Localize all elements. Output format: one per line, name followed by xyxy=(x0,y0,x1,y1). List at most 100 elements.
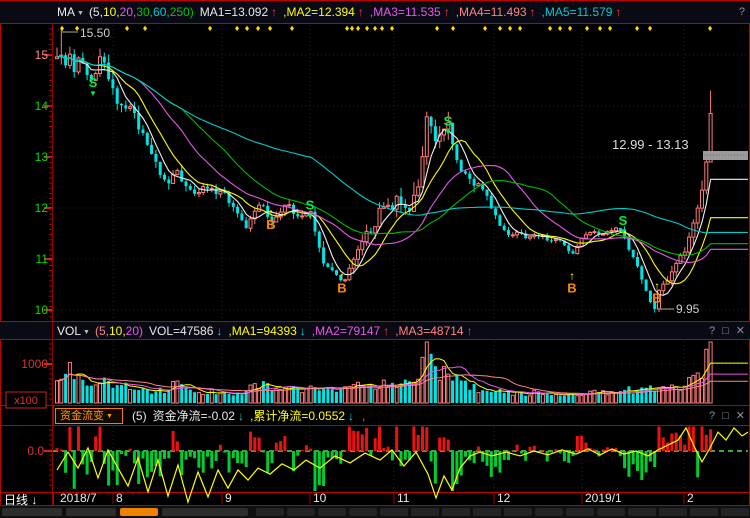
volume-indicator-header: VOL▼ (5,10,20) VOL=47586↓,MA1=94393↓,MA2… xyxy=(0,322,750,339)
maximize-icon[interactable]: □ xyxy=(722,410,729,422)
indicator-param: 20, xyxy=(120,5,137,19)
indicator-value: MA3=11.535 xyxy=(373,5,441,19)
trend-up-arrow-icon: ↑ xyxy=(358,5,364,19)
indicator-value: MA4=11.493 xyxy=(459,5,527,19)
close-icon[interactable]: ✕ xyxy=(736,324,745,337)
trend-up-arrow-icon: ↑ xyxy=(444,5,450,19)
trend-down-arrow-icon: ↓ xyxy=(216,324,222,338)
scrollbar-thumb[interactable] xyxy=(120,508,158,516)
indicator-param: 10, xyxy=(109,324,126,338)
scrollbar-segment[interactable] xyxy=(287,508,315,516)
stock-chart-window: MA▼ (5,10,20,30,60,250) MA1=13.092↑,MA2=… xyxy=(0,0,750,518)
volume-pane[interactable] xyxy=(0,340,750,405)
help-icon[interactable]: ? xyxy=(709,325,715,337)
moneyflow-pane[interactable] xyxy=(0,425,750,492)
moneyflow-indicator-header: 资金流变▼ (5) 资金净流=-0.02↓,累计净流=0.0552↓ , ? □ ✕ xyxy=(0,406,750,425)
flow-header-icons: ? □ ✕ xyxy=(709,406,745,425)
date-label: 2019/1 xyxy=(585,491,622,505)
ma-params: (5,10,20,30,60,250) xyxy=(89,5,194,19)
close-icon[interactable]: ✕ xyxy=(736,409,745,422)
scrollbar-segment[interactable] xyxy=(162,508,248,516)
flow-tail: , xyxy=(362,409,365,423)
indicator-value: VOL=47586 xyxy=(149,324,213,338)
chevron-down-icon: ▼ xyxy=(77,10,84,17)
indicator-param: 250) xyxy=(170,5,194,19)
scrollbar-segment[interactable] xyxy=(690,508,718,516)
maximize-icon[interactable]: □ xyxy=(722,325,729,337)
scrollbar-segment[interactable] xyxy=(380,508,408,516)
horizontal-scrollbar[interactable] xyxy=(0,506,750,518)
vol-header-icons: ? □ ✕ xyxy=(709,322,745,339)
scrollbar-segment[interactable] xyxy=(66,508,116,516)
scrollbar-segment[interactable] xyxy=(2,508,62,516)
indicator-value: MA2=79147 xyxy=(315,324,380,338)
indicator-param: 10, xyxy=(103,5,120,19)
indicator-value: MA5=11.579 xyxy=(545,5,613,19)
pane-divider xyxy=(0,23,750,24)
ma-values: MA1=13.092↑,MA2=12.394↑,MA3=11.535↑,MA4=… xyxy=(200,5,628,19)
indicator-param: 30, xyxy=(136,5,153,19)
trend-up-arrow-icon: ↑ xyxy=(383,324,389,338)
date-label: 8 xyxy=(116,491,123,505)
period-label: 日线 xyxy=(4,493,28,507)
indicator-value: MA1=13.092 xyxy=(200,5,268,19)
trend-up-arrow-icon: ↑ xyxy=(615,5,621,19)
trend-up-arrow-icon: ↑ xyxy=(467,324,473,338)
date-axis-bar: 日线 ↓ 2018/7 8 9 10 11 12 2019/1 2 xyxy=(0,492,750,505)
scrollbar-segment[interactable] xyxy=(659,508,687,516)
date-label: 2018/7 xyxy=(60,491,97,505)
indicator-value: MA3=48714 xyxy=(399,324,464,338)
header-left-gutter xyxy=(0,322,57,339)
scrollbar-segment[interactable] xyxy=(628,508,656,516)
indicator-param: (5, xyxy=(95,324,109,338)
indicator-selector-vol[interactable]: VOL▼ xyxy=(57,324,95,338)
scrollbar-segment[interactable] xyxy=(535,508,563,516)
scrollbar-segment[interactable] xyxy=(411,508,439,516)
period-dropdown-arrow-icon: ↓ xyxy=(31,493,37,507)
scrollbar-segment[interactable] xyxy=(318,508,346,516)
date-label: 9 xyxy=(225,491,232,505)
indicator-value: 资金净流=-0.02 xyxy=(153,407,235,424)
pane-divider xyxy=(0,339,750,340)
trend-up-arrow-icon: ↑ xyxy=(271,5,277,19)
main-header-icons: ? xyxy=(739,1,745,23)
vol-params: (5,10,20) xyxy=(95,324,143,338)
trend-down-arrow-icon: ↓ xyxy=(348,409,354,423)
indicator-value: 累计净流=0.0552 xyxy=(253,407,345,424)
date-label: 12 xyxy=(497,491,510,505)
flow-param: (5) xyxy=(132,409,147,423)
scrollbar-segment[interactable] xyxy=(256,508,284,516)
date-label: 11 xyxy=(397,491,409,505)
scrollbar-segment[interactable] xyxy=(442,508,470,516)
flow-values: 资金净流=-0.02↓,累计净流=0.0552↓ xyxy=(153,407,360,424)
main-chart-pane[interactable] xyxy=(0,24,750,321)
indicator-param: 20) xyxy=(126,324,143,338)
indicator-selector-moneyflow[interactable]: 资金流变▼ xyxy=(55,408,123,424)
chevron-down-icon: ▼ xyxy=(83,329,90,336)
scrollbar-segment[interactable] xyxy=(349,508,377,516)
date-label: 2 xyxy=(687,491,694,505)
chevron-down-icon: ▼ xyxy=(106,413,113,420)
date-label: 10 xyxy=(313,491,326,505)
main-indicator-header: MA▼ (5,10,20,30,60,250) MA1=13.092↑,MA2=… xyxy=(0,1,750,23)
help-icon[interactable]: ? xyxy=(739,6,745,18)
header-left-gutter xyxy=(0,406,55,425)
scrollbar-segment[interactable] xyxy=(504,508,532,516)
indicator-param: (5, xyxy=(89,5,103,19)
trend-down-arrow-icon: ↓ xyxy=(238,409,244,423)
scrollbar-segment[interactable] xyxy=(473,508,501,516)
scrollbar-segment[interactable] xyxy=(721,508,749,516)
trend-down-arrow-icon: ↓ xyxy=(300,324,306,338)
indicator-value: MA2=12.394 xyxy=(286,5,354,19)
trend-up-arrow-icon: ↑ xyxy=(530,5,536,19)
scrollbar-segment[interactable] xyxy=(566,508,594,516)
indicator-selector-ma[interactable]: MA▼ xyxy=(57,5,89,19)
indicator-value: MA1=94393 xyxy=(232,324,297,338)
header-left-gutter xyxy=(0,1,57,23)
help-icon[interactable]: ? xyxy=(709,410,715,422)
vol-values: VOL=47586↓,MA1=94393↓,MA2=79147↑,MA3=487… xyxy=(149,324,479,338)
scrollbar-segment[interactable] xyxy=(597,508,625,516)
pane-divider xyxy=(0,425,750,426)
indicator-label: 资金流变 xyxy=(60,410,104,422)
indicator-label: VOL xyxy=(57,324,81,338)
